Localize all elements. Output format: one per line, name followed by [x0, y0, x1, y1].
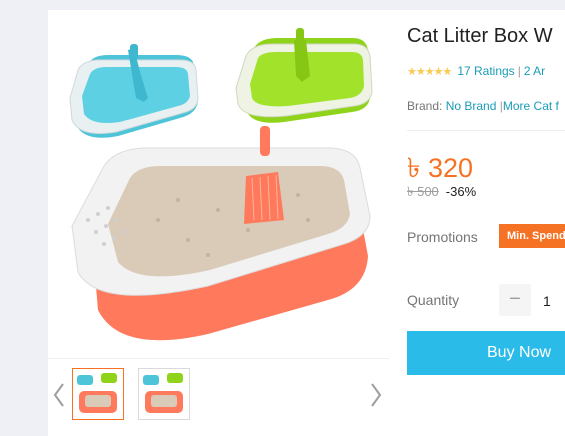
- more-from-brand-link[interactable]: More Cat f: [503, 99, 559, 113]
- rating-stars-icon: ★★★★★: [407, 66, 452, 78]
- gallery-divider: [48, 358, 389, 359]
- brand-row: Brand: No Brand |More Cat f: [407, 99, 559, 113]
- rating-separator: |: [517, 64, 521, 78]
- original-price: ৳ 500: [407, 184, 439, 199]
- brand-link[interactable]: No Brand: [446, 99, 497, 113]
- ratings-link[interactable]: 17 Ratings: [457, 64, 514, 78]
- thumbnail-2[interactable]: [138, 368, 190, 420]
- brand-label: Brand:: [407, 99, 443, 113]
- quantity-decrease-button[interactable]: −: [499, 284, 531, 316]
- info-divider: [407, 130, 565, 131]
- product-info: Cat Litter Box W ★★★★★ 17 Ratings | 2 Ar Br…: [407, 10, 565, 436]
- coral-litter-box: [71, 126, 371, 341]
- promotions-label: Promotions: [407, 229, 478, 245]
- promotion-badge[interactable]: Min. Spend: [499, 224, 565, 248]
- product-page: Cat Litter Box W ★★★★★ 17 Ratings | 2 Ar Br…: [0, 0, 565, 436]
- buy-now-button[interactable]: Buy Now: [407, 331, 565, 375]
- quantity-value[interactable]: 1: [543, 293, 551, 309]
- product-gallery: [48, 10, 389, 436]
- product-title: Cat Litter Box W: [407, 25, 553, 47]
- answers-link[interactable]: 2 Ar: [524, 64, 545, 78]
- blue-litter-box: [69, 44, 199, 138]
- main-product-image[interactable]: [48, 10, 389, 358]
- green-litter-box: [235, 28, 373, 123]
- chevron-left-icon[interactable]: [51, 380, 67, 410]
- discount-percent: -36%: [445, 184, 477, 199]
- rating-row: ★★★★★ 17 Ratings | 2 Ar: [407, 64, 545, 78]
- thumbnail-1[interactable]: [72, 368, 124, 420]
- chevron-right-icon[interactable]: [368, 380, 384, 410]
- original-price-row: ৳ 500 -36%: [407, 183, 476, 204]
- quantity-label: Quantity: [407, 292, 460, 308]
